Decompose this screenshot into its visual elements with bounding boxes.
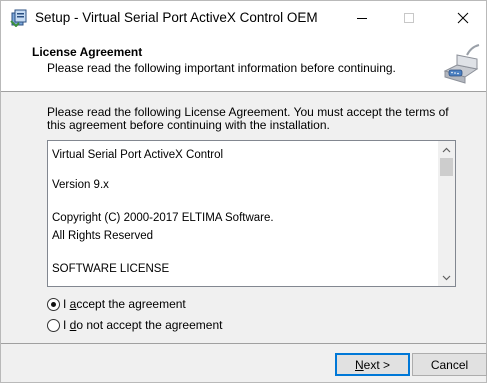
accept-radio[interactable] [47, 297, 60, 311]
chevron-up-icon [442, 147, 451, 152]
decline-radio[interactable] [47, 318, 60, 332]
license-line: Version 9.x [52, 179, 109, 191]
page-title: License Agreement [32, 45, 143, 59]
title-bar[interactable]: Setup - Virtual Serial Port ActiveX Cont… [1, 1, 486, 35]
license-text-box[interactable]: Virtual Serial Port ActiveX Control Vers… [47, 140, 456, 287]
decline-label: I do not accept the agreement [63, 318, 223, 332]
license-intro-text: Please read the following License Agreem… [47, 105, 449, 132]
setup-app-icon [10, 9, 27, 27]
maximize-button [386, 1, 432, 35]
scroll-thumb[interactable] [440, 158, 453, 176]
minimize-icon [357, 17, 367, 19]
window-title: Setup - Virtual Serial Port ActiveX Cont… [35, 10, 318, 25]
maximize-icon [404, 13, 414, 23]
setup-window: Setup - Virtual Serial Port ActiveX Cont… [0, 0, 487, 383]
decline-agreement-option[interactable]: I do not accept the agreement [47, 318, 222, 332]
accept-label: I accept the agreement [63, 297, 186, 311]
footer-divider [1, 343, 486, 344]
license-line: Copyright (C) 2000-2017 ELTIMA Software. [52, 212, 274, 224]
accept-agreement-option[interactable]: I accept the agreement [47, 297, 186, 311]
license-line: Virtual Serial Port ActiveX Control [52, 149, 224, 161]
license-scrollbar[interactable] [438, 141, 455, 286]
scroll-up-button[interactable] [438, 141, 455, 158]
chevron-down-icon [442, 275, 451, 280]
wizard-header: License Agreement Please read the follow… [1, 35, 486, 92]
license-line: All Rights Reserved [52, 230, 153, 242]
license-line: SOFTWARE LICENSE [52, 263, 170, 275]
page-subtitle: Please read the following important info… [47, 61, 396, 75]
minimize-button[interactable] [339, 1, 385, 35]
serial-port-icon [443, 44, 480, 84]
scroll-down-button[interactable] [438, 269, 455, 286]
cancel-button[interactable]: Cancel [412, 353, 487, 376]
close-icon [457, 12, 469, 24]
next-button[interactable]: Next > [335, 353, 410, 376]
close-button[interactable] [440, 1, 486, 35]
